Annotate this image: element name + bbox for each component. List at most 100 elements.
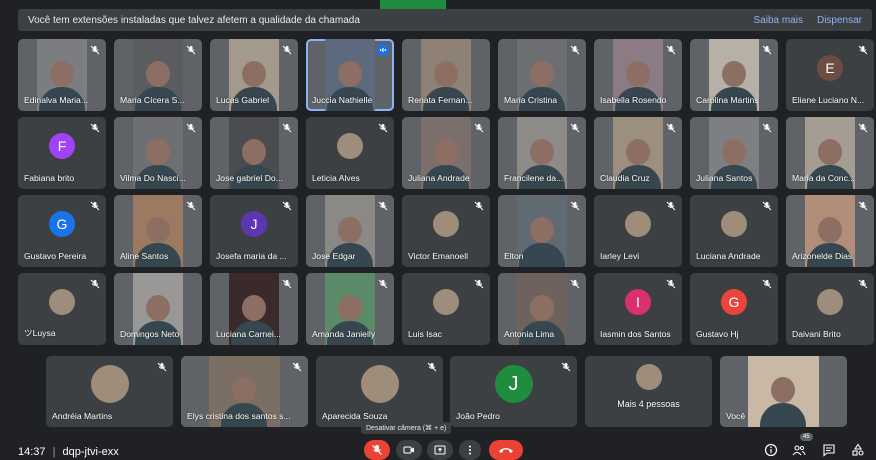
participant-tile[interactable]: Amanda Janielly bbox=[306, 273, 394, 345]
participant-count-badge: 45 bbox=[800, 433, 813, 441]
participant-tile[interactable]: Juliana Andrade bbox=[402, 117, 490, 189]
chat-icon[interactable] bbox=[822, 443, 836, 457]
people-icon[interactable] bbox=[792, 443, 806, 457]
participant-tile[interactable]: E Eliane Luciano N... bbox=[786, 39, 874, 111]
mic-muted-icon bbox=[666, 123, 676, 133]
participant-name: Aline Santos bbox=[120, 251, 169, 261]
participant-name: Jose gabriel Do... bbox=[216, 173, 283, 183]
participant-name: Edinalva Maria... bbox=[24, 95, 89, 105]
self-view-tile[interactable]: Você bbox=[720, 356, 847, 427]
participant-tile[interactable]: I Iasmin dos Santos bbox=[594, 273, 682, 345]
participant-name: Leticia Alves bbox=[312, 173, 360, 183]
participant-tile[interactable]: Jose gabriel Do... bbox=[210, 117, 298, 189]
mic-muted-icon bbox=[666, 201, 676, 211]
avatar-photo bbox=[90, 365, 129, 404]
avatar: E bbox=[817, 54, 843, 81]
meeting-code: dqp-jtvi-exx bbox=[62, 446, 119, 458]
participant-tile[interactable]: Juliana Santos bbox=[690, 117, 778, 189]
more-participants-tile[interactable]: Mais 4 pessoas bbox=[585, 356, 712, 427]
present-button[interactable] bbox=[427, 440, 453, 460]
mic-muted-icon bbox=[762, 123, 772, 133]
banner-message: Você tem extensões instaladas que talvez… bbox=[28, 14, 360, 26]
avatar: J bbox=[494, 365, 533, 404]
participant-tile[interactable]: Aline Santos bbox=[114, 195, 202, 267]
end-call-icon bbox=[499, 448, 513, 453]
activities-icon[interactable] bbox=[851, 443, 865, 457]
participant-name: Fabiana brito bbox=[24, 173, 75, 183]
participant-tile[interactable]: Claudia Cruz bbox=[594, 117, 682, 189]
mic-toggle-button[interactable] bbox=[364, 440, 390, 460]
mic-muted-icon bbox=[90, 201, 100, 211]
participant-tile[interactable]: Antonia Lima bbox=[498, 273, 586, 345]
participant-name: Isabella Rosendo bbox=[600, 95, 667, 105]
camera-toggle-button[interactable] bbox=[396, 440, 422, 460]
participant-tile[interactable]: Arizonelde Dias bbox=[786, 195, 874, 267]
participant-tile[interactable]: Aparecida Souza bbox=[316, 356, 443, 427]
avatar-photo bbox=[337, 132, 363, 159]
present-icon bbox=[434, 445, 446, 455]
avatar: G bbox=[721, 288, 747, 315]
mic-muted-icon bbox=[378, 201, 388, 211]
avatar-photo bbox=[721, 210, 747, 237]
avatar-photo bbox=[433, 210, 459, 237]
participant-tile[interactable]: Elys cristina dos santos s... bbox=[181, 356, 308, 427]
participant-tile[interactable]: J Josefa maria da ... bbox=[210, 195, 298, 267]
participant-tile[interactable]: Luis Isac bbox=[402, 273, 490, 345]
participant-tile[interactable]: Edinalva Maria... bbox=[18, 39, 106, 111]
participant-tile[interactable]: Renata Fernan... bbox=[402, 39, 490, 111]
participant-name: Josefa maria da ... bbox=[216, 251, 287, 261]
dismiss-link[interactable]: Dispensar bbox=[817, 15, 862, 26]
participant-tile[interactable]: G Gustavo Pereira bbox=[18, 195, 106, 267]
mic-muted-icon bbox=[90, 123, 100, 133]
participant-name: Juliana Santos bbox=[696, 173, 753, 183]
participant-tile[interactable]: Victor Emanoell bbox=[402, 195, 490, 267]
participant-tile[interactable]: Vilma Do Nasci... bbox=[114, 117, 202, 189]
avatar: J bbox=[241, 210, 267, 237]
participant-tile[interactable]: Maria da Conc... bbox=[786, 117, 874, 189]
mic-muted-icon bbox=[570, 45, 580, 55]
participant-tile[interactable]: Francilene da... bbox=[498, 117, 586, 189]
participant-tile[interactable]: Iarley Levi bbox=[594, 195, 682, 267]
mic-muted-icon bbox=[666, 279, 676, 289]
participant-name: Jose Edgar bbox=[312, 251, 356, 261]
participant-tile[interactable]: G Gustavo Hj bbox=[690, 273, 778, 345]
avatar-stack bbox=[635, 364, 662, 391]
mic-muted-icon bbox=[762, 279, 772, 289]
participant-tile[interactable]: ツLuysa bbox=[18, 273, 106, 345]
mic-muted-icon bbox=[858, 201, 868, 211]
participant-tile[interactable]: Maria Cristina bbox=[498, 39, 586, 111]
participant-tile[interactable]: Leticia Alves bbox=[306, 117, 394, 189]
participant-name: Iarley Levi bbox=[600, 251, 640, 261]
participant-tile[interactable]: Luciana Carnei... bbox=[210, 273, 298, 345]
participant-tile[interactable]: Lucas Gabriel bbox=[210, 39, 298, 111]
participant-name: Luis Isac bbox=[408, 329, 442, 339]
participant-tile[interactable]: Luciana Andrade bbox=[690, 195, 778, 267]
participant-name: Francilene da... bbox=[504, 173, 564, 183]
leave-call-button[interactable] bbox=[489, 440, 523, 460]
participant-name: Juccia Nathielle bbox=[312, 95, 373, 105]
participant-tile[interactable]: Andréia Martins bbox=[46, 356, 173, 427]
more-options-button[interactable] bbox=[459, 440, 481, 460]
participant-name: Victor Emanoell bbox=[408, 251, 469, 261]
participant-tile[interactable]: Domingos Neto bbox=[114, 273, 202, 345]
participant-tile[interactable]: Juccia Nathielle bbox=[306, 39, 394, 111]
participant-tile[interactable]: Maria Cícera S... bbox=[114, 39, 202, 111]
participant-name: Maria Cícera S... bbox=[120, 95, 185, 105]
participant-name: Juliana Andrade bbox=[408, 173, 470, 183]
participant-tile[interactable]: Daivani Brito bbox=[786, 273, 874, 345]
participant-tile[interactable]: Carolina Martins bbox=[690, 39, 778, 111]
participant-tile[interactable]: F Fabiana brito bbox=[18, 117, 106, 189]
mic-muted-icon bbox=[282, 279, 292, 289]
participant-name: Vilma Do Nasci... bbox=[120, 173, 186, 183]
participant-tile[interactable]: Isabella Rosendo bbox=[594, 39, 682, 111]
separator: | bbox=[52, 446, 56, 458]
participant-tile[interactable]: J João Pedro bbox=[450, 356, 577, 427]
mic-muted-icon bbox=[292, 362, 302, 372]
mic-muted-icon bbox=[282, 201, 292, 211]
participant-tile[interactable]: Elton bbox=[498, 195, 586, 267]
participant-tile[interactable]: Jose Edgar bbox=[306, 195, 394, 267]
participant-name: Andréia Martins bbox=[52, 411, 113, 421]
participant-name: Eliane Luciano N... bbox=[792, 95, 865, 105]
learn-more-link[interactable]: Saiba mais bbox=[754, 15, 803, 26]
info-icon[interactable] bbox=[764, 443, 778, 457]
